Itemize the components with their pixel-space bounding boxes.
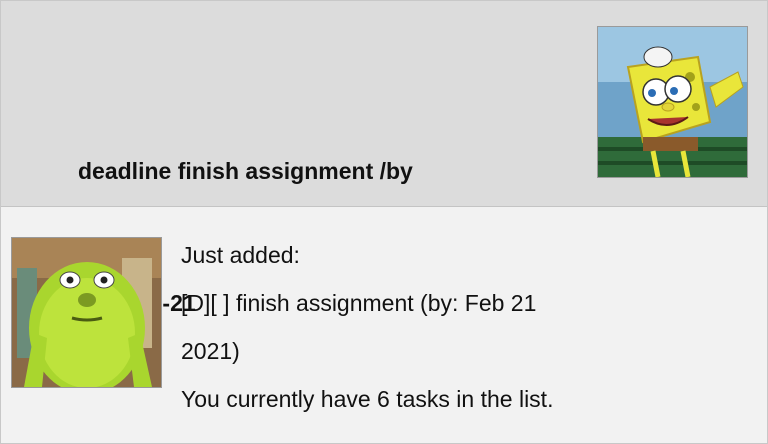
bot-message-line-3: 2021) bbox=[181, 338, 240, 364]
bot-message-text: Just added: [D][ ] finish assignment (by… bbox=[181, 231, 741, 423]
user-message-row: deadline finish assignment /by 2021-02-2… bbox=[1, 1, 767, 316]
chat-window: deadline finish assignment /by 2021-02-2… bbox=[0, 0, 768, 444]
bot-avatar bbox=[11, 237, 162, 388]
bot-message-line-4: You currently have 6 tasks in the list. bbox=[181, 386, 554, 412]
user-message-line-1: deadline finish assignment /by bbox=[78, 158, 413, 184]
user-avatar bbox=[597, 26, 748, 178]
spongebob-mocking-avatar-icon bbox=[598, 27, 747, 177]
bot-message-line-1: Just added: bbox=[181, 242, 300, 268]
green-monster-face-avatar-icon bbox=[12, 238, 161, 387]
bot-message-line-2: [D][ ] finish assignment (by: Feb 21 bbox=[181, 290, 537, 316]
